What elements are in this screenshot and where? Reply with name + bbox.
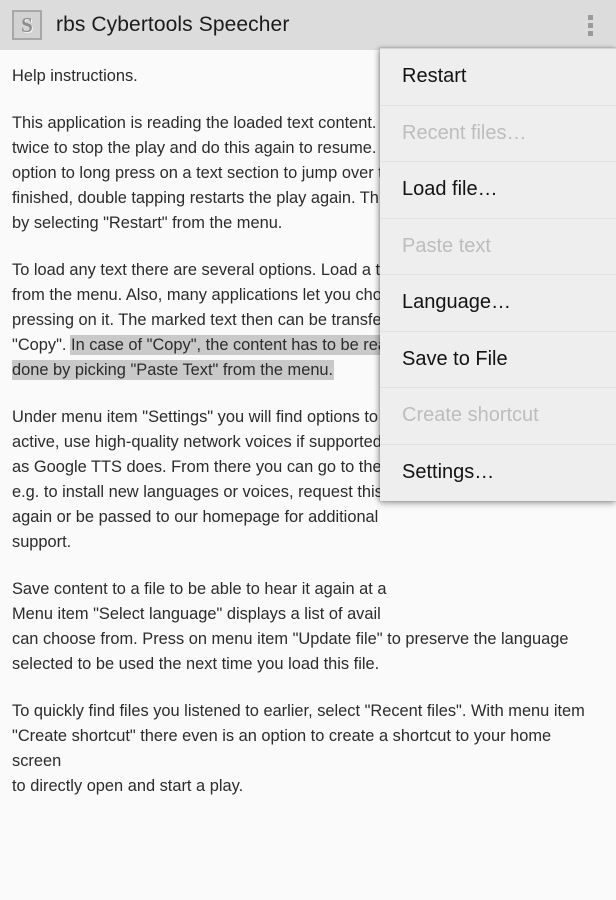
overflow-menu-popup[interactable]: Restart Recent files… Load file… Paste t… <box>380 48 616 501</box>
overflow-dot-2-icon <box>587 22 593 28</box>
help-paragraph-4: Save content to a file to be able to hea… <box>12 580 569 673</box>
app-logo-icon: S <box>12 10 42 40</box>
overflow-dot-1-icon <box>587 14 593 20</box>
menu-item-settings[interactable]: Settings… <box>380 445 616 502</box>
app-window: S rbs Cybertools Speecher Help instructi… <box>0 0 616 900</box>
help-paragraph-5: To quickly find files you listened to ea… <box>12 702 585 795</box>
overflow-dot-3-icon <box>587 30 593 36</box>
app-title: rbs Cybertools Speecher <box>56 13 290 36</box>
menu-item-save-to-file[interactable]: Save to File <box>380 332 616 388</box>
menu-item-restart[interactable]: Restart <box>380 49 616 106</box>
app-logo-letter: S <box>21 12 33 37</box>
menu-item-recent-files: Recent files… <box>380 106 616 162</box>
menu-item-language[interactable]: Language… <box>380 275 616 332</box>
overflow-menu-button[interactable] <box>568 0 612 50</box>
menu-item-load-file[interactable]: Load file… <box>380 162 616 219</box>
title-bar: S rbs Cybertools Speecher <box>0 0 616 50</box>
menu-item-create-shortcut: Create shortcut <box>380 388 616 445</box>
menu-item-paste-text: Paste text <box>380 219 616 275</box>
